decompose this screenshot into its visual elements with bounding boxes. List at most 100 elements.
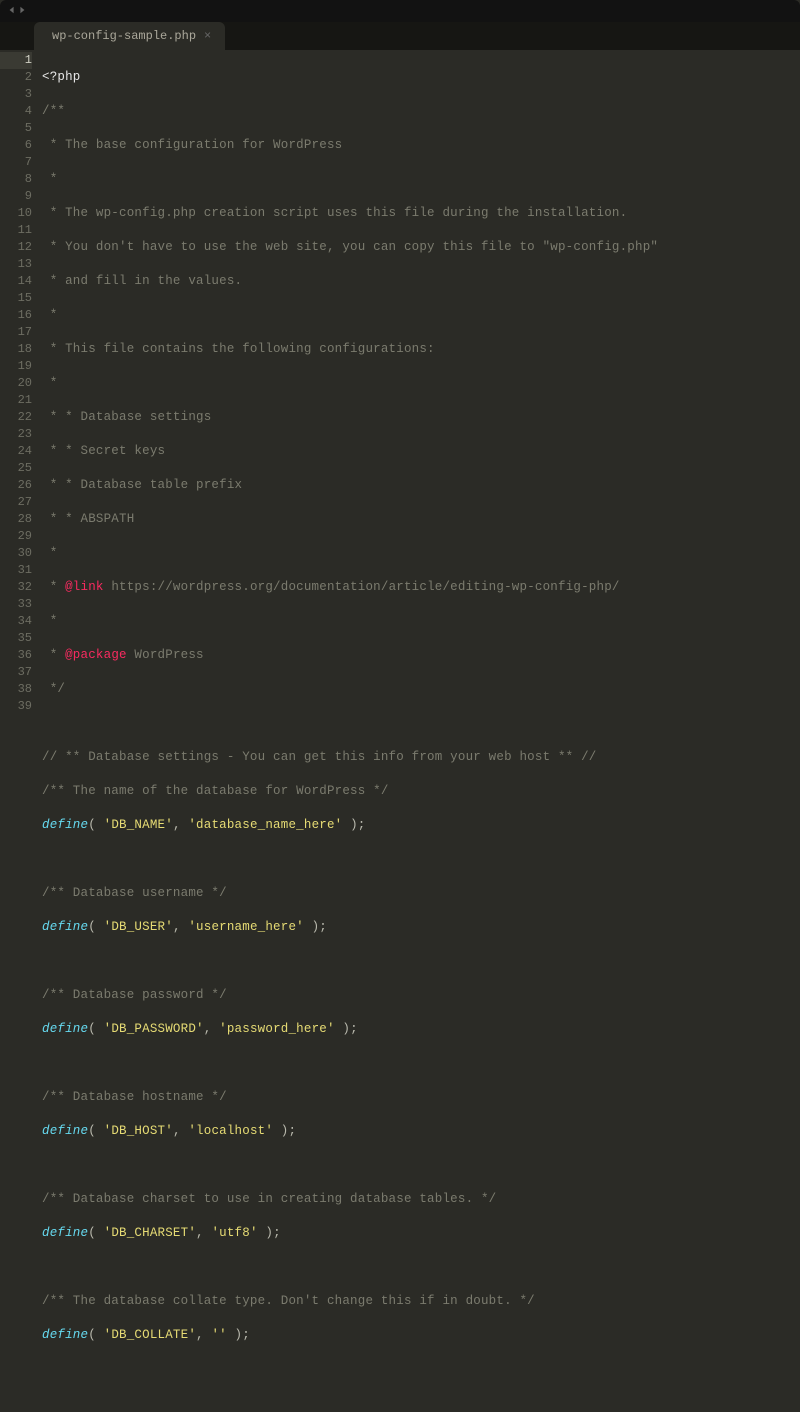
line-number: 7 — [0, 154, 32, 171]
docblock-line: * — [42, 308, 57, 322]
line-number: 25 — [0, 460, 32, 477]
line-number: 12 — [0, 239, 32, 256]
line-number: 2 — [0, 69, 32, 86]
string-literal: 'DB_NAME' — [104, 818, 173, 832]
punctuation: ( — [88, 1328, 103, 1342]
php-open-tag: <?php — [42, 70, 81, 84]
tab-active[interactable]: wp-config-sample.php × — [34, 22, 225, 50]
punctuation: , — [204, 1022, 219, 1036]
tab-filename: wp-config-sample.php — [52, 22, 196, 50]
window-titlebar — [0, 0, 800, 22]
comment-line: /** The database collate type. Don't cha… — [42, 1294, 535, 1308]
line-number: 39 — [0, 698, 32, 715]
docblock-line: * * Database settings — [42, 410, 211, 424]
docblock-line: * The wp-config.php creation script uses… — [42, 206, 627, 220]
comment-line: // ** Database settings - You can get th… — [42, 750, 597, 764]
punctuation: ( — [88, 1022, 103, 1036]
tab-bar: wp-config-sample.php × — [0, 22, 800, 50]
string-literal: 'localhost' — [188, 1124, 273, 1138]
string-literal: 'DB_PASSWORD' — [104, 1022, 204, 1036]
comment-line: /** Database password */ — [42, 988, 227, 1002]
line-number: 15 — [0, 290, 32, 307]
string-literal: 'DB_COLLATE' — [104, 1328, 196, 1342]
line-number: 28 — [0, 511, 32, 528]
string-literal: 'DB_CHARSET' — [104, 1226, 196, 1240]
line-number: 26 — [0, 477, 32, 494]
line-number: 35 — [0, 630, 32, 647]
string-literal: 'password_here' — [219, 1022, 335, 1036]
line-number: 3 — [0, 86, 32, 103]
docblock-line: * — [42, 376, 57, 390]
line-number: 33 — [0, 596, 32, 613]
docblock-line: WordPress — [127, 648, 204, 662]
docblock-line: * — [42, 546, 57, 560]
punctuation: ); — [335, 1022, 358, 1036]
keyword-define: define — [42, 818, 88, 832]
line-number: 4 — [0, 103, 32, 120]
line-number: 37 — [0, 664, 32, 681]
nav-forward-icon[interactable] — [18, 4, 26, 18]
punctuation: ); — [342, 818, 365, 832]
comment-line: /** Database username */ — [42, 886, 227, 900]
line-number: 32 — [0, 579, 32, 596]
punctuation: , — [196, 1226, 211, 1240]
line-number: 13 — [0, 256, 32, 273]
line-number: 23 — [0, 426, 32, 443]
line-number: 22 — [0, 409, 32, 426]
line-number: 8 — [0, 171, 32, 188]
line-number: 9 — [0, 188, 32, 205]
code-editor[interactable]: 1234567891011121314151617181920212223242… — [0, 50, 800, 716]
punctuation: ( — [88, 1124, 103, 1138]
punctuation: ); — [227, 1328, 250, 1342]
docblock-line: * * Database table prefix — [42, 478, 242, 492]
docblock-line: * * Secret keys — [42, 444, 165, 458]
comment-line: /** Database charset to use in creating … — [42, 1192, 496, 1206]
punctuation: , — [173, 920, 188, 934]
docblock-line: * — [42, 580, 65, 594]
line-number: 17 — [0, 324, 32, 341]
line-number: 29 — [0, 528, 32, 545]
line-number: 19 — [0, 358, 32, 375]
line-number: 27 — [0, 494, 32, 511]
line-number: 20 — [0, 375, 32, 392]
comment-line: /** The name of the database for WordPre… — [42, 784, 389, 798]
code-area[interactable]: <?php /** * The base configuration for W… — [42, 50, 800, 716]
line-number: 30 — [0, 545, 32, 562]
docblock-open: /** — [42, 104, 65, 118]
punctuation: ); — [258, 1226, 281, 1240]
keyword-define: define — [42, 1328, 88, 1342]
docblock-line: * * ABSPATH — [42, 512, 134, 526]
line-number: 31 — [0, 562, 32, 579]
punctuation: ( — [88, 818, 103, 832]
line-number: 24 — [0, 443, 32, 460]
docblock-line: * and fill in the values. — [42, 274, 242, 288]
docblock-line: * This file contains the following confi… — [42, 342, 435, 356]
line-number-gutter: 1234567891011121314151617181920212223242… — [0, 50, 42, 716]
annotation-link: @link — [65, 580, 104, 594]
comment-line: /** Database hostname */ — [42, 1090, 227, 1104]
line-number: 18 — [0, 341, 32, 358]
docblock-close: */ — [42, 682, 65, 696]
line-number: 10 — [0, 205, 32, 222]
line-number: 21 — [0, 392, 32, 409]
line-number: 1 — [0, 52, 32, 69]
string-literal: 'database_name_here' — [188, 818, 342, 832]
close-icon[interactable]: × — [204, 22, 211, 50]
string-literal: 'username_here' — [188, 920, 304, 934]
keyword-define: define — [42, 1226, 88, 1240]
docblock-line: * You don't have to use the web site, yo… — [42, 240, 658, 254]
docblock-line: * — [42, 172, 57, 186]
keyword-define: define — [42, 920, 88, 934]
string-literal: 'DB_HOST' — [104, 1124, 173, 1138]
annotation-package: @package — [65, 648, 127, 662]
line-number: 36 — [0, 647, 32, 664]
keyword-define: define — [42, 1022, 88, 1036]
docblock-line: * — [42, 614, 57, 628]
line-number: 16 — [0, 307, 32, 324]
string-literal: 'utf8' — [211, 1226, 257, 1240]
nav-back-icon[interactable] — [8, 4, 16, 18]
punctuation: ); — [304, 920, 327, 934]
line-number: 5 — [0, 120, 32, 137]
keyword-define: define — [42, 1124, 88, 1138]
punctuation: ( — [88, 920, 103, 934]
